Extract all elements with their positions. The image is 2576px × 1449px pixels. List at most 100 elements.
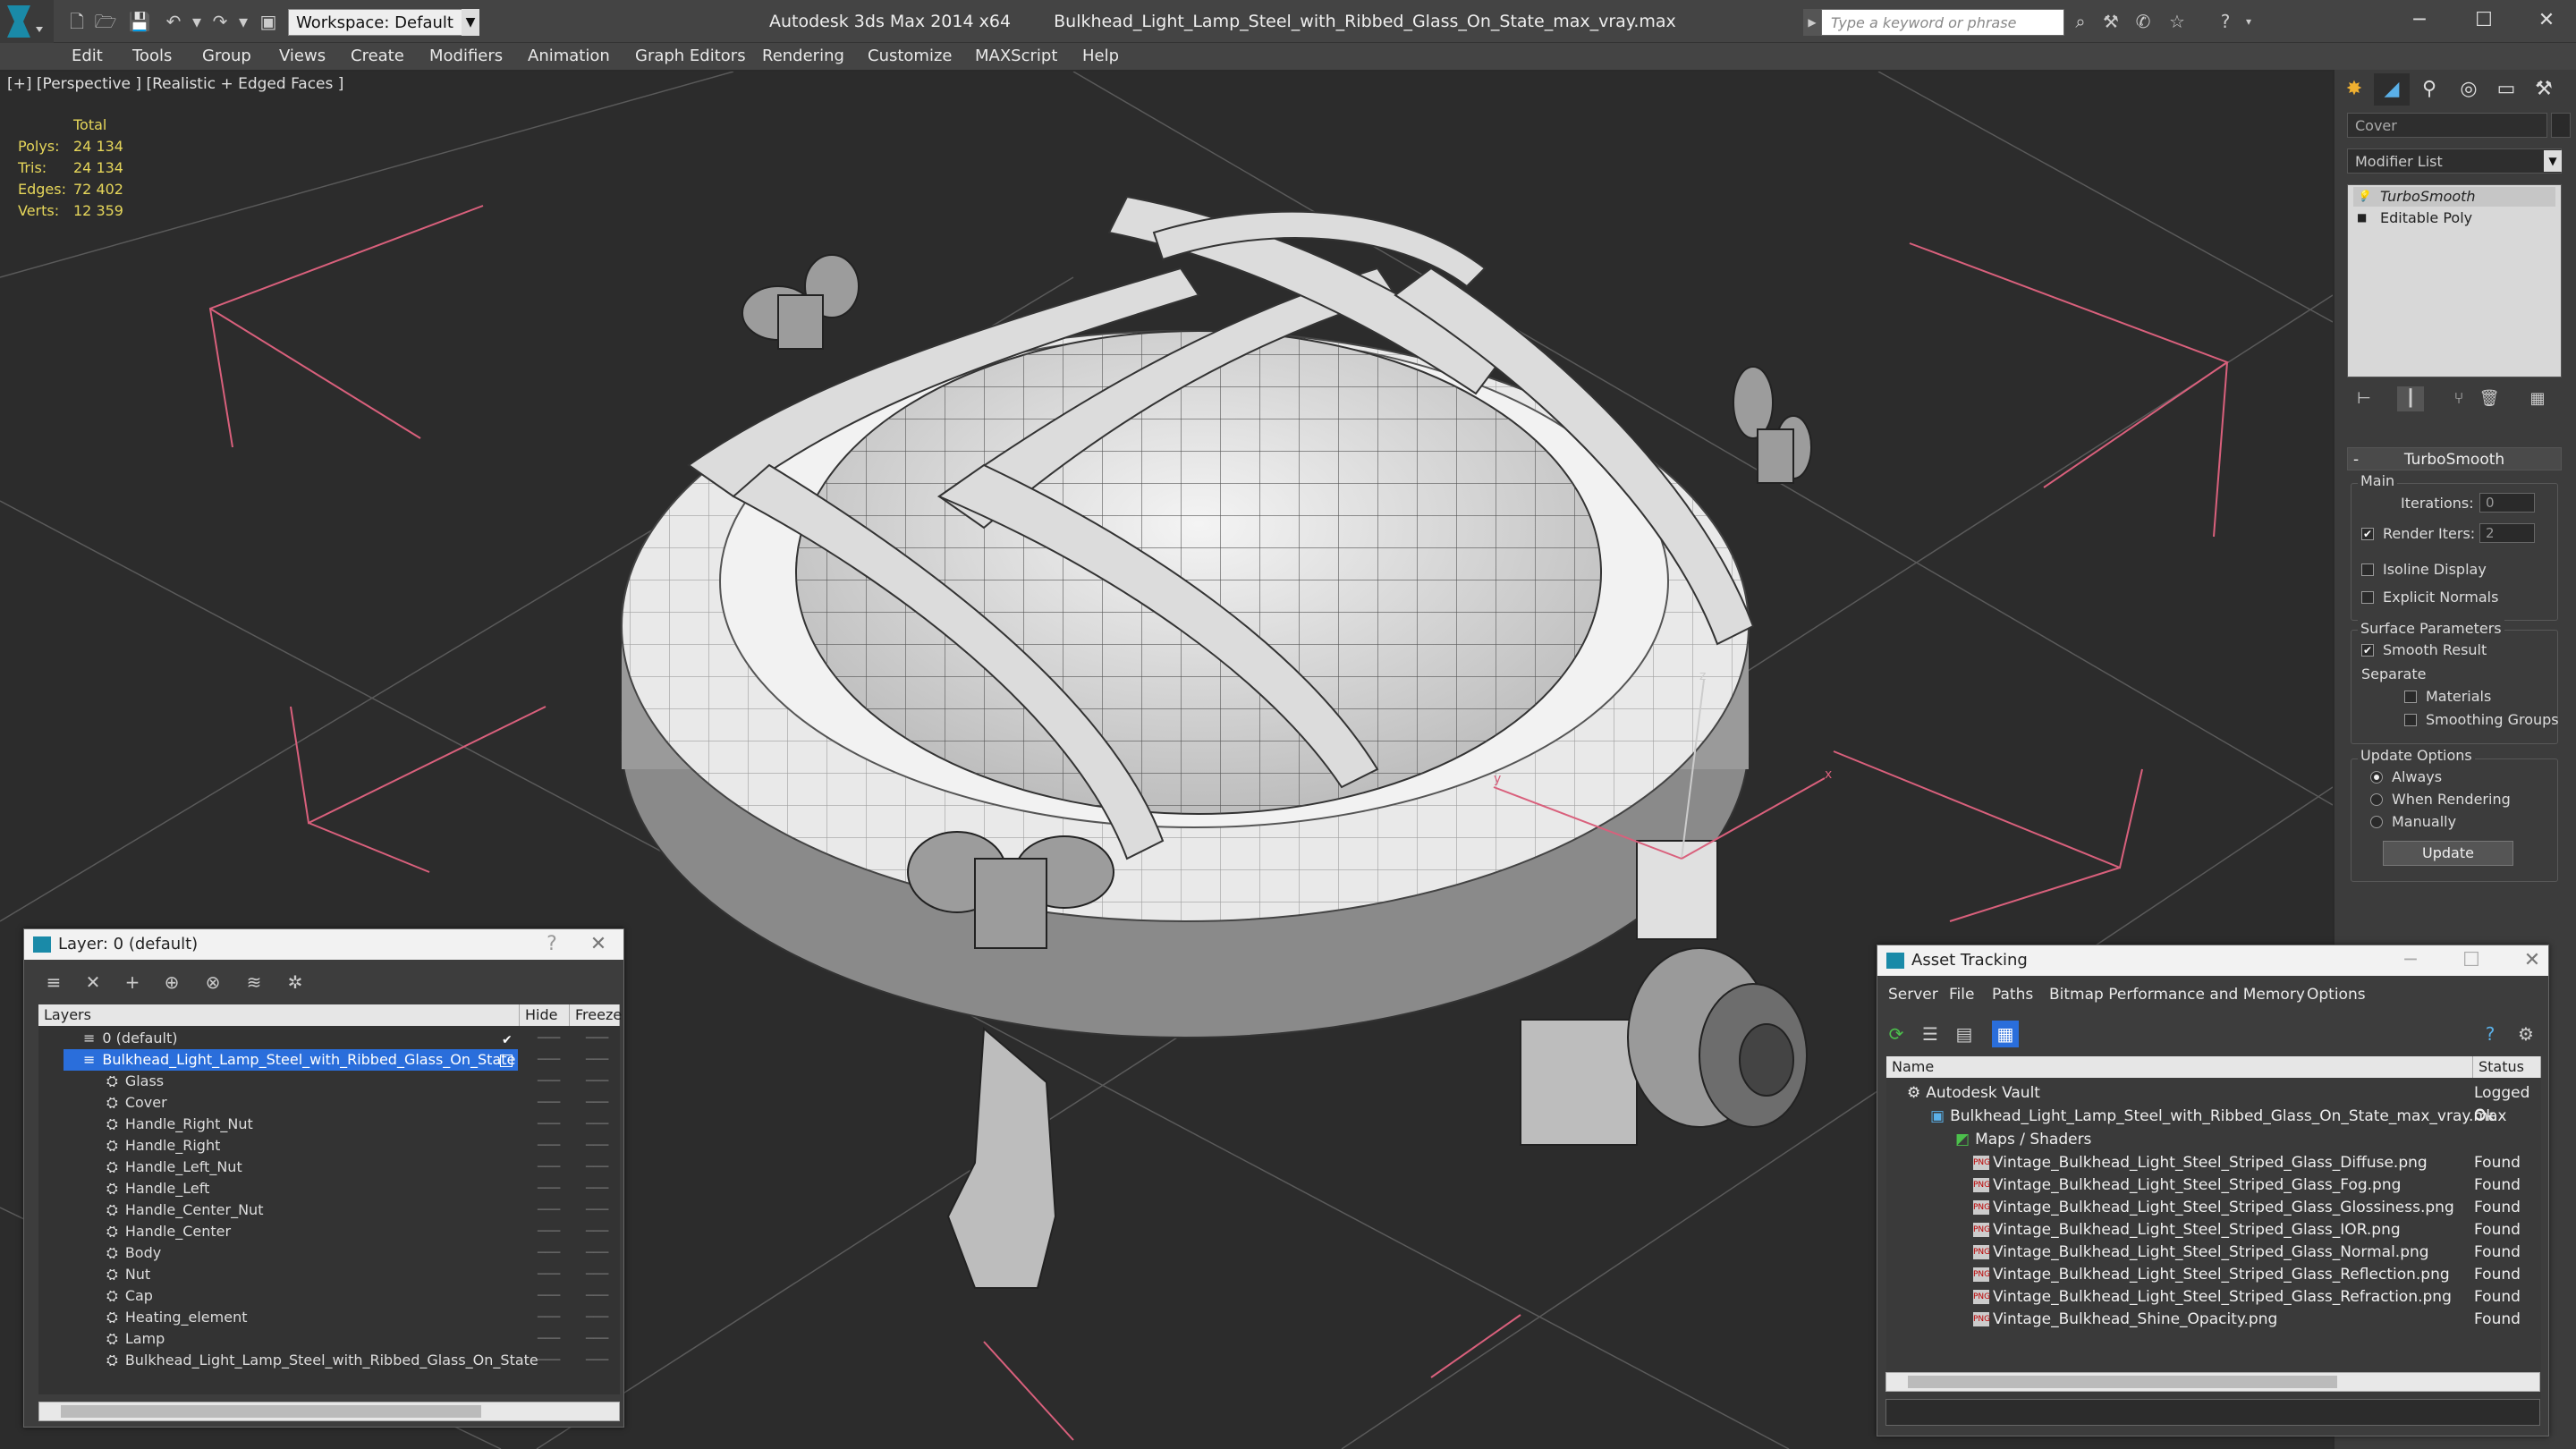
col-freeze[interactable]: Freeze — [570, 1004, 622, 1026]
col-status[interactable]: Status — [2473, 1056, 2541, 1078]
asset-row-map[interactable]: PNG Vintage_Bulkhead_Light_Steel_Striped_… — [1973, 1286, 2452, 1309]
minimize-icon[interactable]: ─ — [2393, 945, 2428, 976]
menu-modifiers[interactable]: Modifiers — [429, 43, 503, 70]
object-row[interactable]: ⛭ Handle_Left — [64, 1178, 518, 1199]
col-name[interactable]: Name — [1886, 1056, 2473, 1078]
project-folder-icon[interactable]: ▣ — [256, 9, 281, 34]
table-view-icon[interactable]: ▦ — [1992, 1021, 2019, 1047]
object-row[interactable]: ⛭ Handle_Center_Nut — [64, 1199, 518, 1221]
asset-menu-paths[interactable]: Paths — [1992, 981, 2033, 1008]
object-row[interactable]: ⛭ Lamp — [64, 1328, 518, 1350]
object-color-swatch[interactable] — [2551, 113, 2571, 138]
app-logo-icon[interactable] — [0, 0, 54, 43]
materials-checkbox[interactable] — [2404, 691, 2417, 703]
explicit-normals-checkbox[interactable] — [2361, 591, 2374, 604]
search-input[interactable]: Type a keyword or phrase — [1821, 9, 2064, 36]
object-row[interactable]: ⛭ Bulkhead_Light_Lamp_Steel_with_Ribbed_G… — [64, 1350, 538, 1371]
show-end-result-icon[interactable]: ┃ — [2397, 386, 2424, 411]
refresh-icon[interactable]: ⟳ — [1883, 1021, 1910, 1047]
chevron-down-icon[interactable]: ▼ — [2544, 150, 2562, 172]
asset-menu-file[interactable]: File — [1949, 981, 1974, 1008]
freeze-all-icon[interactable]: ✲ — [282, 969, 309, 996]
utilities-tab-icon[interactable]: ⚒ — [2526, 73, 2562, 106]
open-file-icon[interactable]: 🗁 — [93, 9, 118, 34]
menu-group[interactable]: Group — [202, 43, 251, 70]
scrollbar-thumb[interactable] — [61, 1405, 481, 1418]
isoline-checkbox[interactable] — [2361, 564, 2374, 576]
layer-row[interactable]: ≡ 0 (default) — [64, 1028, 518, 1049]
object-name-field[interactable]: Cover — [2347, 113, 2547, 138]
asset-row-maps[interactable]: ◩ Maps / Shaders — [1955, 1129, 2091, 1151]
select-objects-icon[interactable]: ⊕ — [158, 969, 185, 996]
current-layer-check-icon[interactable]: ✔ — [502, 1033, 513, 1047]
asset-row-max-file[interactable]: ▣ Bulkhead_Light_Lamp_Steel_with_Ribbed_G… — [1930, 1106, 2506, 1128]
asset-row-map[interactable]: PNG Vintage_Bulkhead_Light_Steel_Striped_… — [1973, 1241, 2429, 1264]
object-row[interactable]: ⛭ Heating_element — [64, 1307, 518, 1328]
asset-row-map[interactable]: PNG Vintage_Bulkhead_Light_Steel_Striped_… — [1973, 1174, 2401, 1197]
object-row[interactable]: ⛭ Body — [64, 1242, 518, 1264]
close-icon[interactable]: ✕ — [2514, 945, 2550, 976]
create-layer-icon[interactable]: ≡ — [40, 969, 67, 996]
asset-dialog-title[interactable]: Asset Tracking — [1877, 945, 2548, 976]
render-iters-checkbox[interactable]: ✔ — [2361, 528, 2374, 540]
layer-checkbox[interactable] — [500, 1055, 513, 1067]
modifier-stack[interactable]: 💡 TurboSmooth ■ Editable Poly — [2347, 184, 2562, 377]
display-tab-icon[interactable]: ▭ — [2488, 73, 2524, 106]
undo-icon[interactable]: ↶ — [161, 9, 186, 34]
freeze-column-toggles[interactable]: ─── ─── ─── ─── ─── ─── ─── ─── ─── ─── ─── ──… — [579, 1028, 614, 1371]
redo-icon[interactable]: ↷ — [208, 9, 233, 34]
undo-dropdown-icon[interactable]: ▾ — [184, 9, 209, 34]
menu-help[interactable]: Help — [1082, 43, 1119, 70]
delete-layer-icon[interactable]: ✕ — [80, 969, 106, 996]
thumbnail-view-icon[interactable]: ▤ — [1951, 1021, 1978, 1047]
favorites-star-icon[interactable]: ☆ — [2165, 9, 2190, 34]
col-layers[interactable]: Layers — [38, 1004, 520, 1026]
hide-all-icon[interactable]: ≋ — [241, 969, 267, 996]
list-view-icon[interactable]: ☰ — [1917, 1021, 1944, 1047]
when-rendering-radio[interactable] — [2370, 793, 2383, 806]
update-button[interactable]: Update — [2383, 841, 2513, 866]
asset-menu-options[interactable]: Options — [2307, 981, 2366, 1008]
object-row[interactable]: ⛭ Nut — [64, 1264, 518, 1285]
scrollbar-thumb[interactable] — [1908, 1376, 2337, 1388]
save-icon[interactable]: 💾 — [127, 9, 152, 34]
close-icon[interactable]: ✕ — [2524, 4, 2569, 38]
maximize-icon[interactable]: ☐ — [2453, 945, 2489, 976]
object-row[interactable]: ⛭ Handle_Right — [64, 1135, 518, 1157]
modifier-list-dropdown[interactable]: Modifier List — [2347, 148, 2562, 174]
motion-tab-icon[interactable]: ◎ — [2451, 73, 2487, 106]
new-file-icon[interactable]: 🗋 — [64, 9, 89, 34]
asset-row-map[interactable]: PNG Vintage_Bulkhead_Light_Steel_Striped_… — [1973, 1219, 2401, 1241]
close-icon[interactable]: ✕ — [580, 929, 616, 960]
expand-plus-icon[interactable]: ■ — [2357, 211, 2369, 224]
remove-modifier-icon[interactable]: 🗑 — [2476, 386, 2503, 411]
menu-create[interactable]: Create — [351, 43, 404, 70]
minimize-icon[interactable]: ─ — [2397, 4, 2442, 38]
always-radio[interactable] — [2370, 771, 2383, 784]
asset-menu-server[interactable]: Server — [1888, 981, 1938, 1008]
add-to-layer-icon[interactable]: + — [119, 969, 146, 996]
render-iters-spinner[interactable]: 2 — [2479, 523, 2535, 543]
redo-dropdown-icon[interactable]: ▾ — [231, 9, 256, 34]
workspace-dropdown[interactable]: Workspace: Default — [288, 9, 479, 36]
configure-modifier-sets-icon[interactable]: ▦ — [2524, 386, 2551, 411]
menu-customize[interactable]: Customize — [868, 43, 952, 70]
highlight-layer-icon[interactable]: ⊗ — [199, 969, 226, 996]
layer-row-selected[interactable]: ≡ Bulkhead_Light_Lamp_Steel_with_Ribbed_G… — [64, 1049, 518, 1071]
object-row[interactable]: ⛭ Cover — [64, 1092, 518, 1114]
chevron-down-icon[interactable]: ▼ — [462, 9, 479, 36]
search-expand-icon[interactable]: ▶ — [1803, 9, 1821, 36]
asset-row-map[interactable]: PNG Vintage_Bulkhead_Light_Steel_Striped_… — [1973, 1197, 2454, 1219]
maximize-icon[interactable]: ☐ — [2462, 4, 2506, 38]
object-row[interactable]: ⛭ Handle_Center — [64, 1221, 518, 1242]
modify-tab-icon[interactable]: ◢ — [2374, 73, 2410, 106]
subscription-icon[interactable]: ⚒ — [2098, 9, 2123, 34]
object-row[interactable]: ⛭ Cap — [64, 1285, 518, 1307]
object-row[interactable]: ⛭ Handle_Left_Nut — [64, 1157, 518, 1178]
manually-radio[interactable] — [2370, 816, 2383, 828]
asset-menu-bitmap-performance[interactable]: Bitmap Performance and Memory — [2049, 981, 2305, 1008]
iterations-spinner[interactable]: 0 — [2479, 493, 2535, 513]
menu-animation[interactable]: Animation — [528, 43, 610, 70]
asset-row-map[interactable]: PNG Vintage_Bulkhead_Light_Steel_Striped_… — [1973, 1264, 2450, 1286]
object-row[interactable]: ⛭ Handle_Right_Nut — [64, 1114, 518, 1135]
